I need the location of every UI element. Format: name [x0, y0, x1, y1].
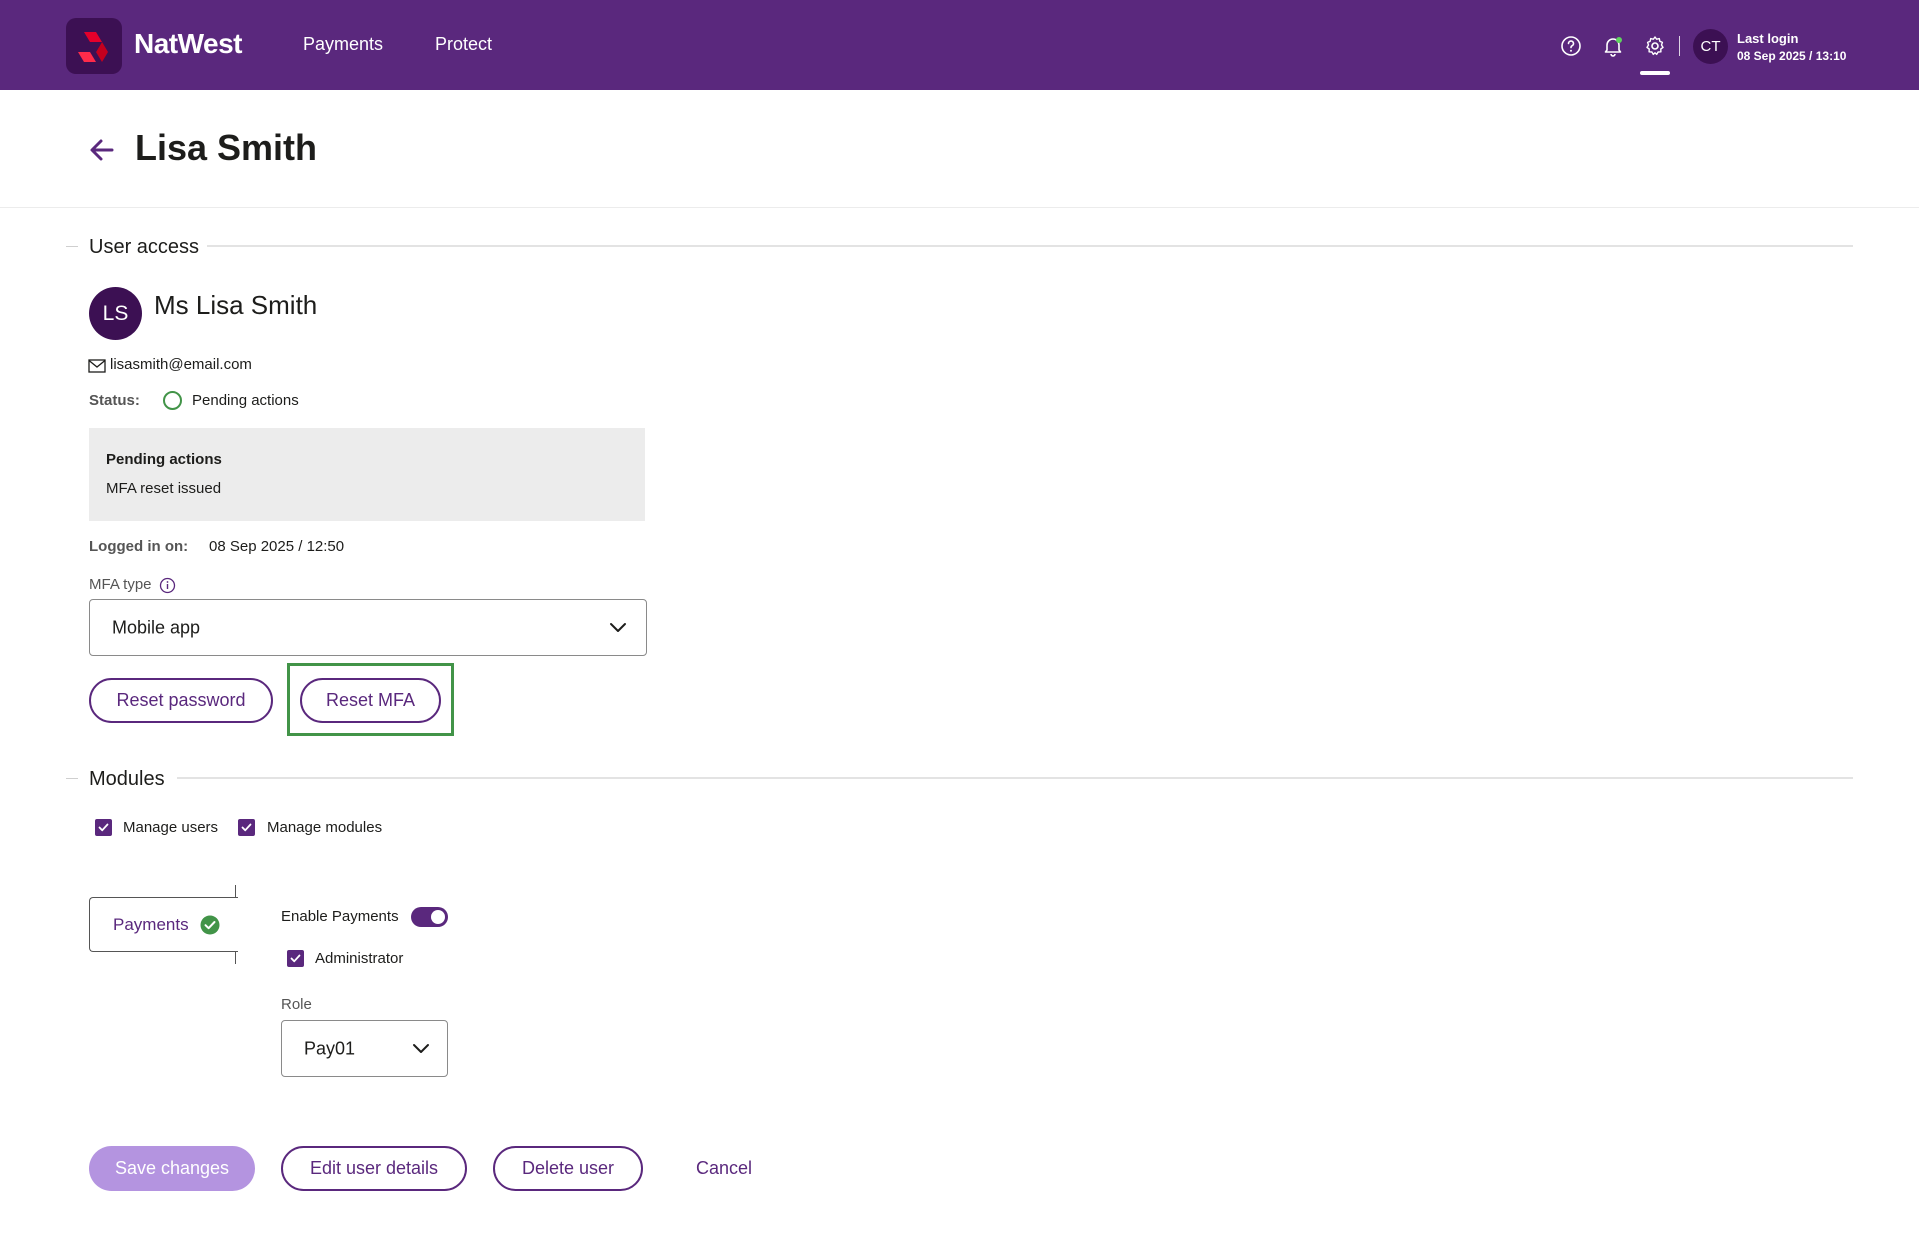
header-divider: [1679, 36, 1680, 56]
enable-payments-label: Enable Payments: [281, 908, 399, 925]
manage-modules-label: Manage modules: [267, 819, 383, 836]
checkmark-icon: [241, 823, 252, 832]
status-label: Status:: [89, 392, 140, 409]
envelope-icon: [88, 359, 106, 373]
section-title-modules: Modules: [89, 768, 165, 790]
section-divider-start: [66, 778, 78, 779]
checkmark-icon: [98, 823, 109, 832]
enable-payments-toggle[interactable]: [411, 907, 448, 927]
logged-in-value: 08 Sep 2025 / 12:50: [209, 538, 345, 555]
brand-name: NatWest: [134, 28, 243, 59]
reset-password-button[interactable]: Reset password: [89, 678, 273, 723]
help-icon[interactable]: [1559, 34, 1583, 58]
natwest-logo[interactable]: [66, 18, 122, 74]
active-tab-indicator: [1640, 71, 1670, 75]
tab-connector: [235, 951, 236, 964]
check-circle-icon: [200, 915, 220, 935]
reset-mfa-button[interactable]: Reset MFA: [300, 678, 441, 723]
pending-actions-panel: Pending actions MFA reset issued: [89, 428, 645, 521]
bell-icon[interactable]: [1601, 34, 1625, 58]
nav-protect[interactable]: Protect: [435, 34, 492, 55]
user-full-name: Ms Lisa Smith: [154, 290, 318, 320]
section-divider: [207, 245, 1853, 247]
page-title: Lisa Smith: [135, 127, 318, 168]
chevron-down-icon: [610, 622, 626, 632]
back-arrow-icon[interactable]: [86, 134, 118, 166]
cancel-link[interactable]: Cancel: [696, 1158, 752, 1179]
section-title-user-access: User access: [89, 236, 200, 258]
logged-in-label: Logged in on:: [89, 538, 189, 555]
pending-action-item: MFA reset issued: [106, 480, 222, 497]
logo-mark-icon: [78, 32, 108, 62]
last-login-value: 08 Sep 2025 / 13:10: [1737, 49, 1847, 63]
status-value: Pending actions: [192, 392, 299, 409]
pending-actions-title: Pending actions: [106, 451, 222, 468]
edit-user-details-button[interactable]: Edit user details: [281, 1146, 467, 1191]
delete-user-button[interactable]: Delete user: [493, 1146, 643, 1191]
chevron-down-icon: [413, 1043, 429, 1053]
mfa-type-value: Mobile app: [112, 617, 201, 637]
section-divider: [177, 777, 1853, 779]
module-tab-payments[interactable]: Payments: [89, 897, 238, 952]
toggle-knob: [431, 910, 445, 924]
role-value: Pay01: [304, 1038, 356, 1058]
last-login-label: Last login: [1737, 31, 1799, 46]
section-divider-start: [66, 246, 78, 247]
nav-payments[interactable]: Payments: [303, 34, 383, 55]
role-select[interactable]: Pay01: [281, 1020, 448, 1077]
checkmark-icon: [290, 954, 301, 963]
gear-icon[interactable]: [1643, 34, 1667, 58]
save-changes-button[interactable]: Save changes: [89, 1146, 255, 1191]
mfa-type-label: MFA type: [89, 576, 152, 593]
role-label: Role: [281, 996, 312, 1013]
account-avatar[interactable]: CT: [1693, 29, 1728, 64]
administrator-label: Administrator: [315, 950, 404, 967]
mfa-type-select[interactable]: Mobile app: [89, 599, 647, 656]
administrator-checkbox[interactable]: [287, 950, 304, 967]
status-pending-icon: [163, 391, 182, 410]
manage-modules-checkbox[interactable]: [238, 819, 255, 836]
manage-users-label: Manage users: [123, 819, 219, 836]
top-navigation-bar: NatWest Payments Protect CT Last login 0…: [0, 0, 1919, 90]
user-avatar: LS: [89, 287, 142, 340]
info-icon[interactable]: [159, 577, 176, 594]
manage-users-checkbox[interactable]: [95, 819, 112, 836]
module-tab-label: Payments: [113, 915, 189, 934]
user-email: lisasmith@email.com: [110, 356, 252, 373]
